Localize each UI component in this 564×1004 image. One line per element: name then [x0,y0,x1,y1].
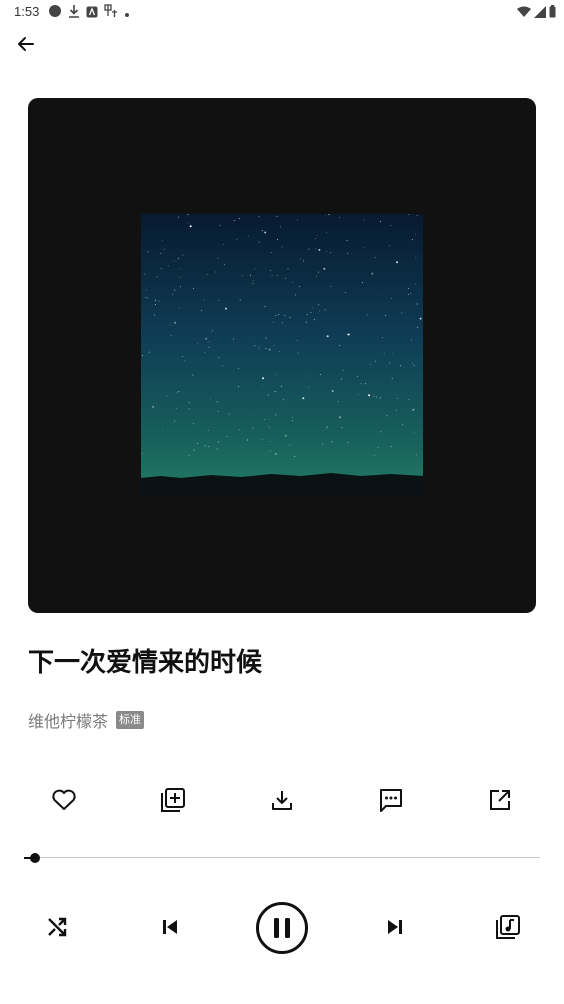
small-dot-icon [124,3,130,22]
queue-button[interactable] [492,913,524,945]
playlist-add-icon [160,787,186,817]
arrow-left-icon [16,34,36,58]
shuffle-icon [45,915,69,943]
comments-button[interactable] [373,784,409,820]
download-icon [270,788,294,816]
artist-row: 维他柠檬茶 标准 [28,708,145,732]
like-button[interactable] [46,784,82,820]
quality-badge: 标准 [116,711,145,729]
playback-controls [0,900,564,960]
queue-music-icon [495,914,521,944]
comment-icon [378,787,404,817]
skip-next-icon [385,917,405,941]
add-to-playlist-button[interactable] [155,784,191,820]
previous-button[interactable] [155,914,185,944]
action-row [0,784,564,820]
notification-app-icon [86,3,98,22]
status-icons-right [517,4,556,20]
battery-icon [549,3,556,22]
signal-icon [534,3,546,22]
record-dot-icon [48,3,62,22]
album-cover [141,214,423,496]
status-time: 1:53 [14,4,40,19]
translate-icon [104,3,118,22]
wifi-icon [517,3,531,22]
artist-name[interactable]: 维他柠檬茶 [28,708,108,732]
share-button[interactable] [482,784,518,820]
seek-track [24,857,540,858]
pause-circle-icon [255,901,309,959]
seek-thumb[interactable] [30,853,40,863]
song-title: 下一次爱情来的时候 [28,648,263,678]
starry-sky-image [141,214,423,496]
status-icons-left [48,3,130,22]
status-bar: 1:53 [0,0,564,24]
seek-bar[interactable] [24,848,540,868]
shuffle-button[interactable] [42,914,72,944]
next-button[interactable] [380,914,410,944]
pause-button[interactable] [255,901,309,959]
skip-previous-icon [160,917,180,941]
download-button[interactable] [264,784,300,820]
back-button[interactable] [12,32,40,60]
open-external-icon [488,788,512,816]
download-icon [68,3,80,22]
heart-outline-icon [51,788,77,816]
album-artwork-frame [28,98,536,613]
